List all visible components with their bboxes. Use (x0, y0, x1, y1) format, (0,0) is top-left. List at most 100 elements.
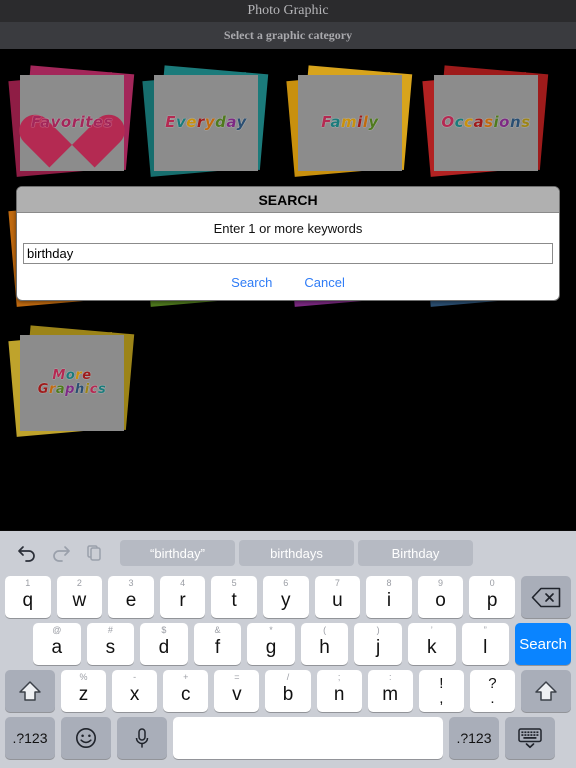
key-hint: 9 (438, 578, 444, 588)
key-label: j (376, 637, 381, 658)
key-label: g (265, 637, 277, 658)
key-label: t (231, 590, 237, 611)
key-u[interactable]: 7u (314, 576, 361, 618)
key-label: o (435, 590, 446, 611)
search-input[interactable] (23, 243, 553, 264)
key-b[interactable]: / b (265, 670, 311, 712)
key-hint: + (183, 672, 189, 682)
undo-icon[interactable] (10, 538, 44, 568)
microphone-key[interactable] (117, 717, 167, 759)
key-h[interactable]: (h (300, 623, 349, 665)
emoji-key[interactable] (61, 717, 111, 759)
return-search-key[interactable]: Search (515, 623, 572, 665)
key-label: a (51, 637, 63, 658)
key-label: l (483, 637, 488, 658)
key-y[interactable]: 6y (262, 576, 309, 618)
key-label: u (332, 590, 343, 611)
cancel-button[interactable]: Cancel (304, 275, 344, 290)
key-m[interactable]: :m (367, 670, 413, 712)
key-r[interactable]: 4r (159, 576, 206, 618)
key-l[interactable]: ” l (461, 623, 510, 665)
graphic-category-tile[interactable]: More Graphics (8, 325, 135, 437)
key-hint: 8 (386, 578, 392, 588)
key-k[interactable]: ’ k (407, 623, 456, 665)
key-label: k (426, 637, 437, 658)
suggestion-chip[interactable]: Birthday (358, 540, 473, 566)
key-hint: - (133, 672, 137, 682)
key-q[interactable]: 1q (5, 576, 51, 618)
key-hint: ( (323, 625, 327, 635)
search-button[interactable]: Search (231, 275, 272, 290)
key-hint: ” (483, 625, 487, 635)
key-hint: 6 (283, 578, 289, 588)
key-a[interactable]: @ a (33, 623, 81, 665)
paste-icon[interactable] (78, 538, 112, 568)
key-v[interactable]: = v (214, 670, 260, 712)
graphic-category-tile[interactable]: Favorites (8, 65, 135, 177)
key-label: x (129, 684, 140, 705)
numeric-key-right[interactable]: .?123 (449, 717, 499, 759)
key-f[interactable]: & f (193, 623, 242, 665)
tile-face: More Graphics (20, 335, 124, 431)
search-dialog-title: SEARCH (17, 187, 559, 213)
key-c[interactable]: + c (163, 670, 209, 712)
punctuation-key[interactable]: !, (418, 670, 464, 712)
search-dialog: SEARCH Enter 1 or more keywords Search C… (16, 186, 560, 301)
tile-label: More Graphics (37, 368, 107, 397)
key-hint: 7 (334, 578, 340, 588)
shift-key-right[interactable] (520, 670, 571, 712)
key-hint: 2 (76, 578, 82, 588)
key-g[interactable]: * g (247, 623, 295, 665)
key-label: .?123 (456, 730, 492, 746)
backspace-key[interactable] (520, 576, 571, 618)
app-root: Photo Graphic Select a graphic category … (0, 0, 576, 768)
space-key[interactable] (173, 717, 443, 759)
keyboard-row-4: .?123 .?123 (0, 717, 576, 759)
suggestion-chips: “birthday” birthdays Birthday (120, 540, 473, 566)
suggestion-chip[interactable]: birthdays (239, 540, 354, 566)
key-i[interactable]: 8i (366, 576, 412, 618)
key-w[interactable]: 2w (56, 576, 103, 618)
dismiss-keyboard-key[interactable] (505, 717, 555, 759)
key-z[interactable]: % z (61, 670, 107, 712)
key-j[interactable]: ) j (354, 623, 402, 665)
key-hint: : (388, 672, 392, 682)
key-label: z (78, 684, 89, 705)
tile-label: Everyday (165, 113, 247, 132)
key-hint: 5 (231, 578, 237, 588)
key-o[interactable]: 9o (417, 576, 464, 618)
key-label: q (22, 590, 34, 611)
key-s[interactable]: # s (86, 623, 135, 665)
key-hint: $ (161, 625, 167, 635)
numeric-key-left[interactable]: .?123 (5, 717, 55, 759)
key-label: i (386, 590, 392, 611)
window-title-bar: Photo Graphic (0, 0, 576, 22)
key-hint: ) (376, 625, 380, 635)
graphic-category-tile[interactable]: Family (286, 65, 413, 177)
redo-icon[interactable] (44, 538, 78, 568)
punctuation-key[interactable]: ?. (469, 670, 515, 712)
key-hint: = (234, 672, 240, 682)
key-hint: 0 (489, 578, 495, 588)
page-title: Photo Graphic (247, 3, 329, 18)
search-dialog-title-text: SEARCH (258, 191, 318, 208)
search-dialog-actions: Search Cancel (23, 275, 553, 290)
key-e[interactable]: 3e (108, 576, 154, 618)
graphic-category-tile[interactable]: Occasions (422, 65, 549, 177)
key-x[interactable]: -x (112, 670, 158, 712)
search-dialog-prompt: Enter 1 or more keywords (213, 221, 363, 236)
key-hint: ; (337, 672, 341, 682)
onscreen-keyboard: “birthday” birthdays Birthday 1q2w3e4r5t6y… (0, 530, 576, 768)
key-p[interactable]: 0p (469, 576, 515, 618)
window-subtitle-bar: Select a graphic category (0, 22, 576, 49)
suggestion-chip[interactable]: “birthday” (120, 540, 235, 566)
key-label: s (105, 637, 116, 658)
key-n[interactable]: ; n (316, 670, 362, 712)
shift-key-left[interactable] (5, 670, 55, 712)
tile-label: Occasions (441, 113, 531, 132)
key-label: c (181, 684, 191, 705)
key-t[interactable]: 5t (211, 576, 257, 618)
key-label: d (158, 637, 170, 658)
key-d[interactable]: $ d (140, 623, 188, 665)
graphic-category-tile[interactable]: Everyday (142, 65, 269, 177)
